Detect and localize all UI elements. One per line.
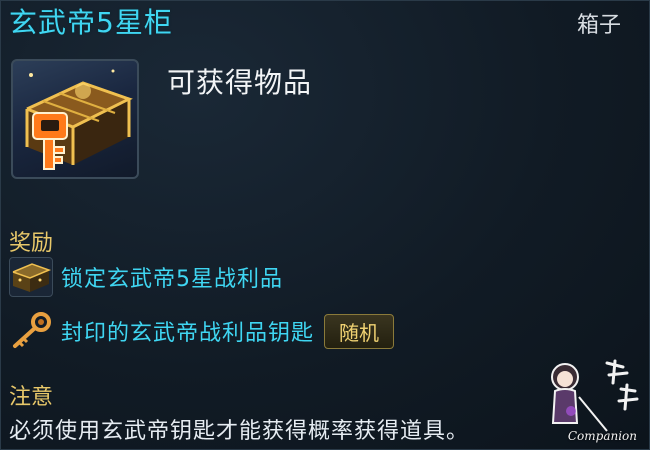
reward-item[interactable]: 封印的玄武帝战利品钥匙 随机 xyxy=(9,311,395,351)
reward-item[interactable]: 锁定玄武帝5星战利品 xyxy=(9,257,283,297)
reward-label: 封印的玄武帝战利品钥匙 xyxy=(61,321,315,346)
watermark-text: Companion xyxy=(567,429,637,443)
reward-heading: 奖励 xyxy=(9,231,54,256)
item-tooltip: 玄武帝5星柜 箱子 可获得物品 奖励 锁定玄武帝5星战利品 封印的玄武帝战利品钥… xyxy=(0,0,650,450)
reward-label: 锁定玄武帝5星战利品 xyxy=(61,267,283,292)
companion-watermark-logo: Companion xyxy=(537,353,643,445)
obtainable-items-label: 可获得物品 xyxy=(167,66,313,99)
treasure-chest-icon xyxy=(11,59,139,179)
note-heading: 注意 xyxy=(9,385,54,410)
random-badge: 随机 xyxy=(324,313,395,349)
note-text: 必须使用玄武帝钥匙才能获得概率获得道具。 xyxy=(9,419,470,444)
key-icon xyxy=(9,311,53,351)
item-type-label: 箱子 xyxy=(576,13,621,38)
item-title: 玄武帝5星柜 xyxy=(9,6,173,39)
locked-chest-icon xyxy=(9,257,53,297)
